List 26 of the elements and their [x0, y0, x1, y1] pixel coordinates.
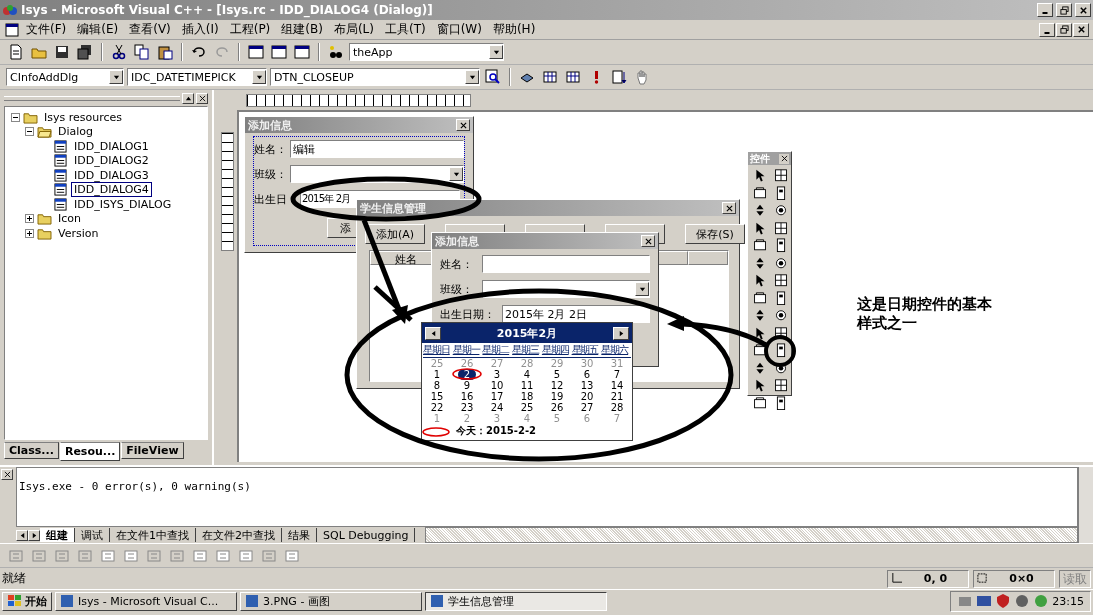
weekday-header: 星期二: [482, 343, 511, 357]
window-title: Isys - Microsoft Visual C++ - [Isys.rc - IDD_DIALOG4 (Dialog)]: [21, 3, 433, 17]
field-label: 班级：: [254, 166, 288, 182]
output-line: Isys.exe - 0 error(s), 0 warning(s): [19, 480, 252, 493]
dialog-title: 添加信息: [248, 117, 292, 133]
size-value: 0×0: [1008, 572, 1035, 585]
dialog-title: 添加信息: [435, 233, 479, 249]
toolbox-title: 控件: [750, 151, 771, 166]
field-label: 出生日: [254, 191, 288, 207]
weekday-header: 星期日: [423, 343, 451, 357]
month-title: 2015年2月: [495, 325, 559, 341]
clock: 23:15: [1052, 594, 1084, 608]
weekday-header: 星期四: [541, 343, 570, 357]
field-label: 出生日期：: [440, 306, 496, 322]
weekday-header: 星期三: [512, 343, 541, 357]
mode-indicator: 读取: [1059, 569, 1091, 588]
weekday-header: 星期六: [601, 343, 630, 357]
weekday-header: 星期一: [452, 343, 481, 357]
field-label: 姓名：: [254, 141, 288, 157]
position-value: 0, 0: [922, 572, 949, 585]
field-label: 姓名：: [440, 256, 474, 272]
weekday-header: 星期五: [571, 343, 600, 357]
status-text: 就绪: [2, 570, 26, 587]
window-title: 学生信息管理: [360, 200, 426, 216]
field-label: 班级：: [440, 281, 474, 297]
annotation-note: 这是日期控件的基本样式之一: [857, 295, 993, 333]
